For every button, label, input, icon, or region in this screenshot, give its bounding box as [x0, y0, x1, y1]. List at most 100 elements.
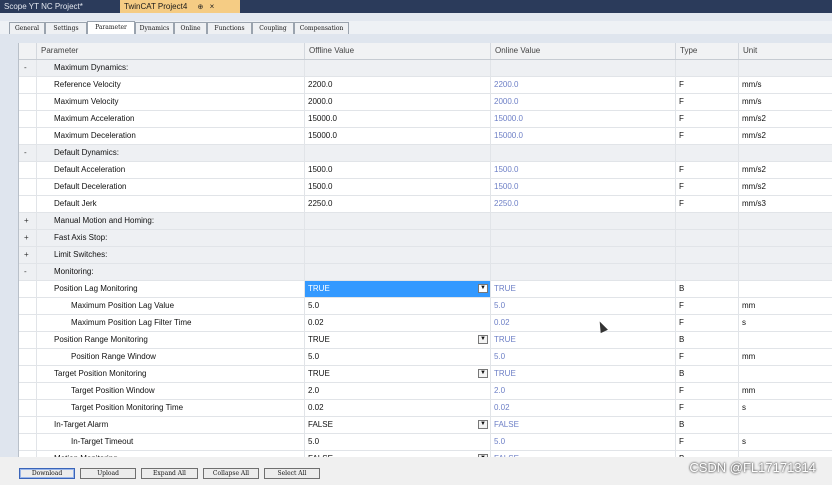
unit-cell: mm/s — [739, 94, 832, 110]
offline-value-field — [305, 264, 491, 280]
table-row[interactable]: In-Target Alarm FALSE FALSE B ▼ — [19, 417, 832, 434]
table-row[interactable]: Maximum Acceleration 15000.0 15000.0 Fmm/s2 — [19, 111, 832, 128]
tab-compensation[interactable]: Compensation — [294, 22, 349, 34]
doc-tab-twincat-project[interactable]: TwinCAT Project4 ⊕ × — [120, 0, 240, 13]
toolbar-band — [0, 13, 832, 21]
unit-cell — [739, 247, 832, 263]
header-unit[interactable]: Unit — [739, 43, 832, 59]
table-row[interactable]: Reference Velocity 2200.0 2200.0 Fmm/s — [19, 77, 832, 94]
table-row[interactable]: Default Acceleration 1500.0 1500.0 Fmm/s2 — [19, 162, 832, 179]
offline-value-field[interactable]: 5.0 — [305, 434, 491, 450]
expander-cell — [19, 383, 37, 399]
collapse-icon[interactable]: - — [19, 60, 37, 76]
collapse-icon[interactable]: - — [19, 145, 37, 161]
type-cell: B — [676, 417, 739, 433]
online-value — [491, 264, 676, 280]
unit-cell — [739, 264, 832, 280]
offline-value-field[interactable]: 5.0 — [305, 298, 491, 314]
offline-value-field[interactable]: 1500.0 — [305, 179, 491, 195]
tab-functions[interactable]: Functions — [207, 22, 252, 34]
tab-coupling[interactable]: Coupling — [252, 22, 294, 34]
offline-value-field[interactable]: 1500.0 — [305, 162, 491, 178]
expander-cell — [19, 332, 37, 348]
offline-value-field[interactable]: 2000.0 — [305, 94, 491, 110]
offline-value-field[interactable]: 15000.0 — [305, 111, 491, 127]
group-row[interactable]: + Fast Axis Stop: — [19, 230, 832, 247]
offline-value-field[interactable]: 5.0 — [305, 349, 491, 365]
upload-button[interactable]: Upload — [80, 468, 136, 479]
expand-icon[interactable]: + — [19, 213, 37, 229]
table-row[interactable]: Target Position Monitoring TRUE TRUE B ▼ — [19, 366, 832, 383]
offline-value-field[interactable]: 2.0 — [305, 383, 491, 399]
tab-online[interactable]: Online — [174, 22, 207, 34]
table-row[interactable]: Position Lag Monitoring TRUE TRUE B ▼ — [19, 281, 832, 298]
collapse-icon[interactable]: - — [19, 264, 37, 280]
offline-value-field[interactable]: TRUE — [305, 281, 491, 297]
group-row[interactable]: + Limit Switches: — [19, 247, 832, 264]
type-cell: F — [676, 434, 739, 450]
group-row[interactable]: - Default Dynamics: — [19, 145, 832, 162]
offline-value-field[interactable]: 2200.0 — [305, 77, 491, 93]
header-online-value[interactable]: Online Value — [491, 43, 676, 59]
table-row[interactable]: Maximum Position Lag Value 5.0 5.0 Fmm — [19, 298, 832, 315]
header-offline-value[interactable]: Offline Value — [305, 43, 491, 59]
group-row[interactable]: + Manual Motion and Homing: — [19, 213, 832, 230]
header-type[interactable]: Type — [676, 43, 739, 59]
pin-icon[interactable]: ⊕ — [198, 4, 204, 11]
offline-value-field[interactable]: 2250.0 — [305, 196, 491, 212]
parameter-name: Position Lag Monitoring — [37, 281, 305, 297]
online-value: 15000.0 — [491, 128, 676, 144]
expander-cell — [19, 196, 37, 212]
tab-settings[interactable]: Settings — [45, 22, 87, 34]
tab-label: Functions — [214, 25, 245, 32]
parameter-name: Position Range Monitoring — [37, 332, 305, 348]
offline-value-field[interactable]: FALSE — [305, 417, 491, 433]
grid-header: Parameter Offline Value Online Value Typ… — [19, 43, 832, 60]
table-row[interactable]: Default Deceleration 1500.0 1500.0 Fmm/s2 — [19, 179, 832, 196]
unit-cell: mm/s2 — [739, 128, 832, 144]
table-row[interactable]: Position Range Window 5.0 5.0 Fmm — [19, 349, 832, 366]
select-all-button[interactable]: Select All — [264, 468, 320, 479]
tab-dynamics[interactable]: Dynamics — [135, 22, 174, 34]
offline-value-field[interactable]: 15000.0 — [305, 128, 491, 144]
table-row[interactable]: Target Position Window 2.0 2.0 Fmm — [19, 383, 832, 400]
expander-cell — [19, 162, 37, 178]
dropdown-arrow-icon[interactable]: ▼ — [478, 284, 488, 293]
offline-value-field[interactable]: 0.02 — [305, 315, 491, 331]
dropdown-arrow-icon[interactable]: ▼ — [478, 420, 488, 429]
type-cell: F — [676, 349, 739, 365]
doc-tab-scope-project[interactable]: Scope YT NC Project* — [0, 0, 120, 13]
close-icon[interactable]: × — [210, 2, 215, 11]
table-row[interactable]: Maximum Position Lag Filter Time 0.02 0.02… — [19, 315, 832, 332]
header-parameter[interactable]: Parameter — [37, 43, 305, 59]
group-row[interactable]: - Monitoring: — [19, 264, 832, 281]
expand-icon[interactable]: + — [19, 230, 37, 246]
dropdown-arrow-icon[interactable]: ▼ — [478, 369, 488, 378]
unit-cell: mm — [739, 298, 832, 314]
table-row[interactable]: Maximum Velocity 2000.0 2000.0 Fmm/s — [19, 94, 832, 111]
expand-icon[interactable]: + — [19, 247, 37, 263]
unit-cell — [739, 230, 832, 246]
type-cell: F — [676, 111, 739, 127]
offline-value-field[interactable]: 0.02 — [305, 400, 491, 416]
group-row[interactable]: - Maximum Dynamics: — [19, 60, 832, 77]
collapse-all-button[interactable]: Collapse All — [203, 468, 259, 479]
table-row[interactable]: Default Jerk 2250.0 2250.0 Fmm/s3 — [19, 196, 832, 213]
parameter-name: Target Position Window — [37, 383, 305, 399]
table-row[interactable]: In-Target Timeout 5.0 5.0 Fs — [19, 434, 832, 451]
offline-value-field[interactable]: TRUE — [305, 332, 491, 348]
table-row[interactable]: Maximum Deceleration 15000.0 15000.0 Fmm/s2 — [19, 128, 832, 145]
offline-value-field[interactable]: TRUE — [305, 366, 491, 382]
dropdown-arrow-icon[interactable]: ▼ — [478, 335, 488, 344]
offline-value-field — [305, 230, 491, 246]
online-value — [491, 213, 676, 229]
online-value: FALSE — [491, 417, 676, 433]
table-row[interactable]: Target Position Monitoring Time 0.02 0.02 F… — [19, 400, 832, 417]
tab-parameter[interactable]: Parameter — [87, 21, 135, 34]
table-row[interactable]: Position Range Monitoring TRUE TRUE B ▼ — [19, 332, 832, 349]
type-cell: F — [676, 196, 739, 212]
tab-general[interactable]: General — [9, 22, 45, 34]
expand-all-button[interactable]: Expand All — [141, 468, 198, 479]
download-button[interactable]: Download — [19, 468, 75, 479]
parameter-name: Default Deceleration — [37, 179, 305, 195]
